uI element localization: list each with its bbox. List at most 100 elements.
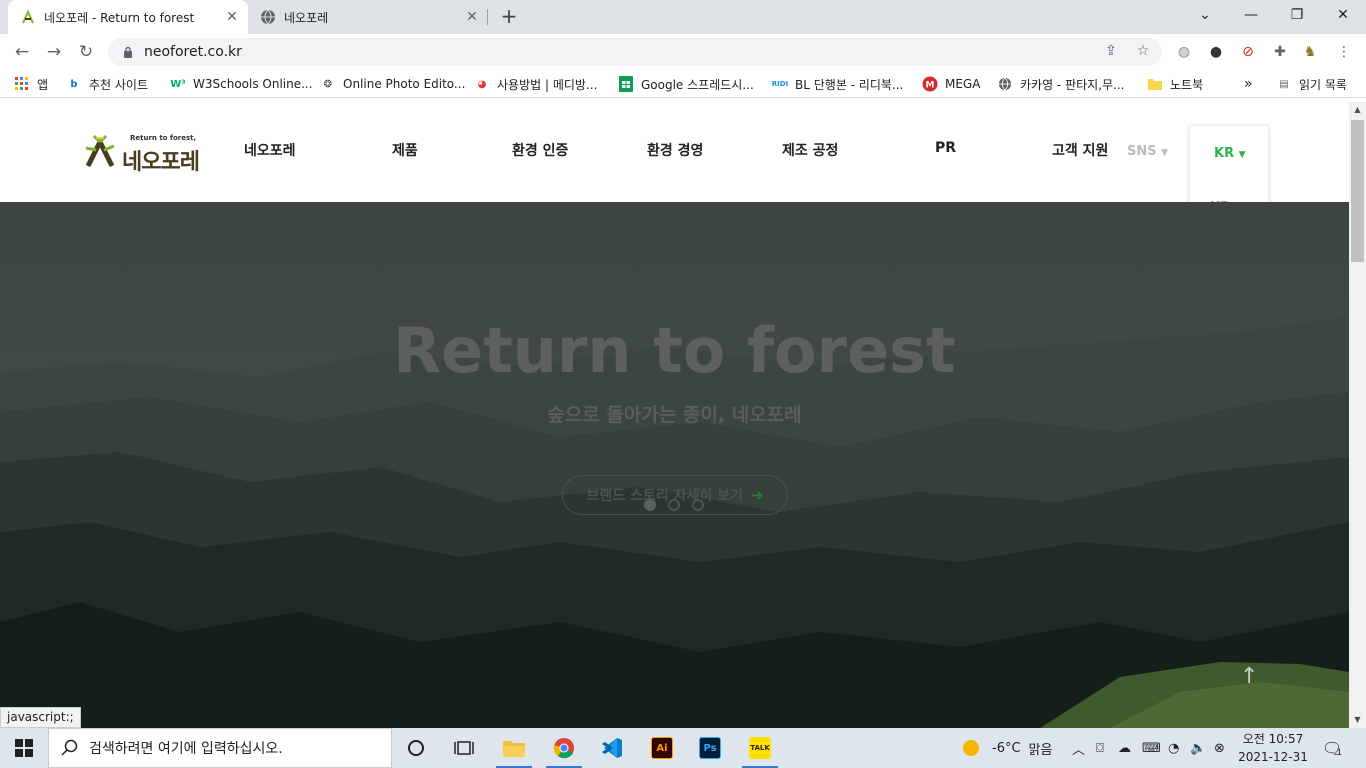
- close-icon[interactable]: ✕: [462, 9, 482, 25]
- share-icon[interactable]: ⇪: [1102, 42, 1120, 60]
- reading-list-button[interactable]: ▤ 읽기 목록: [1276, 75, 1347, 93]
- onedrive-icon[interactable]: ☁: [1118, 728, 1131, 768]
- bookmark-label: MEGA: [945, 77, 981, 91]
- start-button[interactable]: [0, 728, 48, 768]
- tab-neoforet-main[interactable]: 네오포레 - Return to forest ✕: [8, 0, 248, 34]
- windows-logo-icon: [15, 739, 33, 757]
- scroll-up-icon[interactable]: ▲: [1349, 102, 1366, 118]
- vscode-icon[interactable]: [592, 732, 632, 764]
- dark-extension-icon[interactable]: ●: [1206, 42, 1226, 62]
- extensions-puzzle-icon[interactable]: ✚: [1270, 42, 1290, 62]
- scroll-down-icon[interactable]: ▼: [1349, 712, 1366, 728]
- restore-button[interactable]: ❐: [1274, 0, 1320, 30]
- language-toggle[interactable]: KR ▼: [1214, 146, 1246, 161]
- nav-customer-support[interactable]: 고객 지원: [1052, 140, 1108, 160]
- forward-button[interactable]: →: [42, 40, 66, 64]
- page-scrollbar[interactable]: ▲ ▼: [1349, 102, 1366, 728]
- address-bar[interactable]: neoforet.co.kr: [108, 38, 1162, 66]
- cortana-icon[interactable]: [396, 732, 436, 764]
- bookmark-mega[interactable]: M MEGA: [922, 75, 980, 93]
- translate-extension-icon[interactable]: ◍: [1174, 42, 1194, 62]
- file-explorer-icon[interactable]: [494, 732, 534, 768]
- clock-time: 오전 10:57: [1242, 732, 1304, 746]
- nav-eco-certification[interactable]: 환경 인증: [512, 140, 568, 160]
- bookmark-google-sheets[interactable]: Google 스프레드시...: [618, 75, 754, 93]
- scroll-top-arrow-icon[interactable]: ↑: [1240, 664, 1258, 689]
- system-clock[interactable]: 오전 10:57 2021-12-31: [1238, 730, 1308, 766]
- tab-neoforet-second[interactable]: 네오포레 ✕: [248, 0, 488, 34]
- task-view-icon[interactable]: [444, 732, 484, 764]
- bookmark-photo-editor[interactable]: ❂ Online Photo Edito...: [320, 75, 466, 93]
- bookmark-label: 앱: [37, 77, 49, 92]
- bookmark-label: 읽기 목록: [1299, 77, 1347, 92]
- tab-strip: 네오포레 - Return to forest ✕ 네오포레 ✕ + ⌄ — ❐…: [0, 0, 1366, 34]
- bookmark-ridibooks[interactable]: RIDI BL 단행본 - 리디북...: [772, 75, 904, 93]
- block-extension-icon[interactable]: ⊘: [1238, 42, 1258, 62]
- sns-label: SNS: [1127, 144, 1157, 159]
- taskbar-search[interactable]: 검색하려면 여기에 입력하십시오.: [48, 728, 392, 768]
- scrollbar-thumb[interactable]: [1351, 120, 1364, 262]
- reading-list-icon: ▤: [1279, 78, 1289, 90]
- tab-title: 네오포레 - Return to forest: [44, 10, 195, 25]
- input-method-icon[interactable]: ⌨: [1142, 728, 1161, 768]
- nav-pr[interactable]: PR: [935, 140, 956, 156]
- arrow-right-icon: ➜: [750, 486, 764, 504]
- reload-button[interactable]: ↻: [74, 40, 98, 64]
- site-header: Return to forest, 네오포레 네오포레 제품 환경 인증 환경 …: [0, 102, 1349, 278]
- volume-icon[interactable]: 🔈: [1190, 728, 1206, 768]
- bookmark-folder-notebook[interactable]: 노트북: [1147, 75, 1203, 93]
- minimize-button[interactable]: —: [1228, 0, 1274, 30]
- bookmark-kakayoung[interactable]: 카카영 - 판타지,무...: [997, 75, 1125, 93]
- weather-temperature: -6°C: [992, 740, 1021, 756]
- sns-dropdown[interactable]: SNS ▼: [1127, 144, 1168, 159]
- bookmark-star-icon[interactable]: ☆: [1134, 42, 1152, 60]
- illustrator-icon[interactable]: Ai: [642, 732, 682, 764]
- bookmarks-bar: 앱 b 추천 사이트 W³ W3Schools Online... ❂ Onli…: [0, 70, 1366, 98]
- ime-korean-icon[interactable]: ⊗: [1214, 728, 1225, 768]
- photoshop-icon[interactable]: Ps: [690, 732, 730, 764]
- weather-widget[interactable]: -6°C 맑음: [962, 728, 1052, 768]
- network-icon[interactable]: ◔: [1168, 728, 1179, 768]
- bookmarks-overflow-button[interactable]: »: [1244, 75, 1253, 93]
- windows-taskbar: 검색하려면 여기에 입력하십시오. Ai Ps TALK -6°C 맑음 ︿ ⌼…: [0, 728, 1366, 768]
- hero-subtitle: 숲으로 돌아가는 종이, 네오포레: [547, 404, 802, 426]
- bookmark-label: »: [1244, 76, 1253, 92]
- slide-dot-3[interactable]: [692, 499, 704, 511]
- sun-icon: [963, 740, 979, 756]
- link-status-bubble: javascript:;: [0, 707, 81, 728]
- back-button[interactable]: ←: [10, 40, 34, 64]
- bookmark-apps[interactable]: 앱: [14, 75, 48, 93]
- kakaotalk-icon[interactable]: TALK: [740, 732, 780, 768]
- tab-title: 네오포레: [284, 10, 329, 25]
- tab-search-icon[interactable]: ⌄: [1182, 0, 1228, 30]
- notification-center-button[interactable]: 🗨 1: [1322, 728, 1342, 768]
- chrome-icon[interactable]: [544, 732, 584, 768]
- meet-now-icon[interactable]: ⌼: [1096, 728, 1104, 768]
- profile-avatar[interactable]: ♞: [1300, 42, 1320, 62]
- menu-kebab-icon[interactable]: ⋮: [1334, 42, 1354, 62]
- svg-text:M: M: [926, 81, 935, 91]
- tab-separator: [487, 9, 488, 25]
- bookmark-recommended[interactable]: b 추천 사이트: [66, 75, 148, 93]
- slide-dot-2[interactable]: [668, 499, 680, 511]
- neoforet-logo-mark: [85, 134, 115, 168]
- sheets-icon: [618, 76, 634, 92]
- browser-toolbar: ← → ↻ neoforet.co.kr ⇪ ☆ ◍ ● ⊘ ✚ ♞ ⋮: [0, 34, 1366, 70]
- slide-dot-1[interactable]: [644, 499, 656, 511]
- close-icon[interactable]: ✕: [222, 9, 242, 25]
- new-tab-button[interactable]: +: [498, 5, 520, 29]
- bookmark-label: 카카영 - 판타지,무...: [1020, 77, 1125, 92]
- bookmark-label: 추천 사이트: [89, 77, 149, 92]
- show-hidden-icons-button[interactable]: ︿: [1072, 728, 1085, 768]
- bookmark-medibang[interactable]: ◕ 사용방법 | 메디방...: [474, 75, 598, 93]
- site-logo[interactable]: Return to forest, 네오포레: [84, 132, 230, 175]
- bookmark-label: BL 단행본 - 리디북...: [795, 77, 904, 92]
- nav-products[interactable]: 제품: [392, 140, 418, 160]
- nav-eco-management[interactable]: 환경 경영: [647, 140, 703, 160]
- nav-manufacturing[interactable]: 제조 공정: [782, 140, 838, 160]
- logo-tagline: Return to forest,: [130, 134, 197, 142]
- nav-neoforet[interactable]: 네오포레: [244, 140, 296, 160]
- bookmark-label: Google 스프레드시...: [641, 77, 754, 92]
- bookmark-w3schools[interactable]: W³ W3Schools Online...: [170, 75, 312, 93]
- close-window-button[interactable]: ✕: [1320, 0, 1366, 30]
